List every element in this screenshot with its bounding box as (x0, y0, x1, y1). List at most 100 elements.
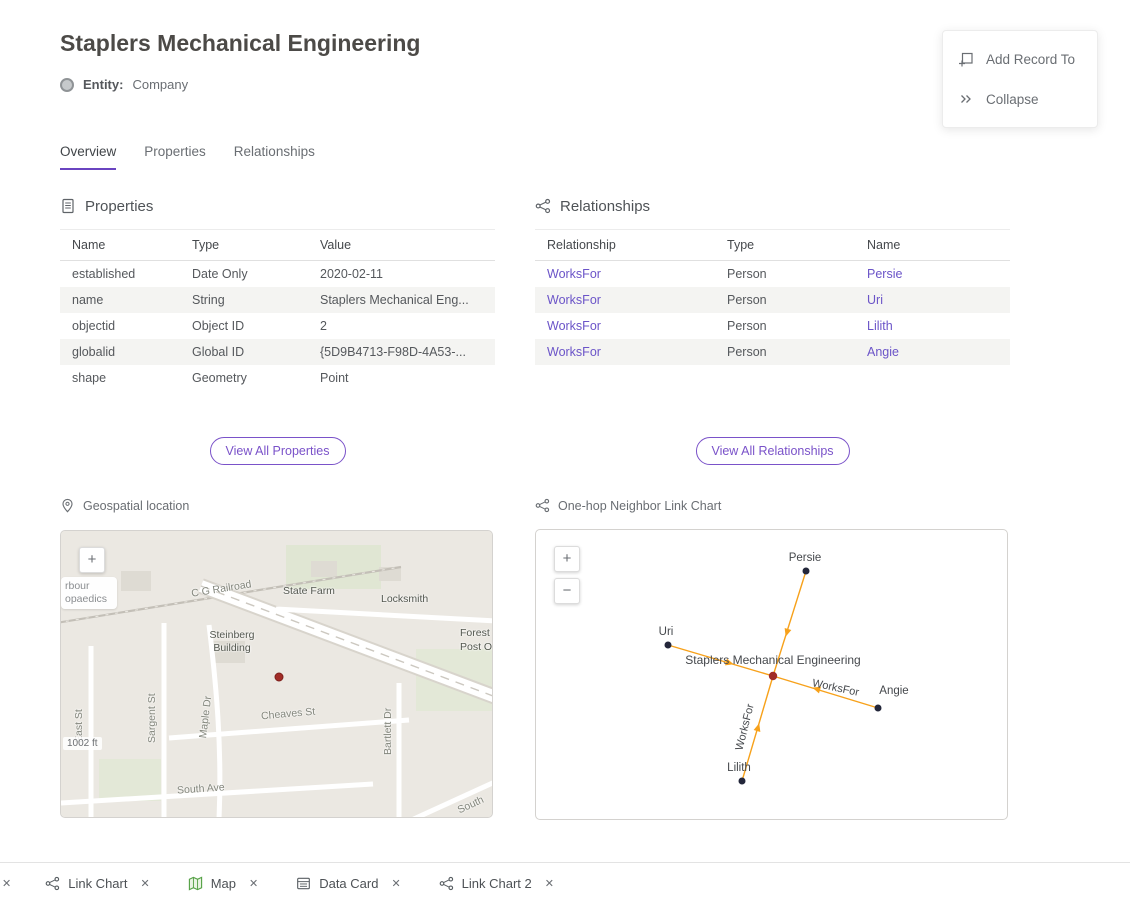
link-chart-canvas[interactable]: + − WorksFor WorksFor (535, 529, 1008, 820)
col-header-name: Name (867, 230, 1010, 261)
partial-tab-close-icon[interactable]: ✕ (2, 877, 11, 890)
property-name: objectid (60, 313, 192, 339)
related-entity-link[interactable]: Persie (867, 267, 902, 281)
node-label-angie: Angie (879, 685, 908, 697)
related-entity-link[interactable]: Uri (867, 293, 883, 307)
poi-label-locksmith: Locksmith (381, 593, 428, 605)
add-record-icon (958, 51, 974, 67)
tab-overview[interactable]: Overview (60, 144, 116, 170)
table-row: shape Geometry Point (60, 365, 495, 391)
relationship-link[interactable]: WorksFor (547, 293, 601, 307)
property-value: 2 (320, 313, 495, 339)
entity-type-value: Company (132, 77, 188, 92)
link-chart-icon (535, 498, 550, 513)
col-header-type: Type (192, 230, 320, 261)
property-value: 2020-02-11 (320, 261, 495, 288)
node-angie[interactable] (875, 705, 882, 712)
place-label-line: rbour (65, 580, 113, 593)
menu-item-add-record-to[interactable]: Add Record To (943, 39, 1097, 79)
property-value: Staplers Mechanical Eng... (320, 287, 495, 313)
page-title: Staplers Mechanical Engineering (60, 30, 420, 57)
node-uri[interactable] (665, 642, 672, 649)
tab-properties[interactable]: Properties (144, 144, 206, 170)
relationship-type: Person (727, 261, 867, 288)
edge-arrow (782, 628, 791, 638)
view-tab-label: Link Chart 2 (462, 876, 532, 891)
link-chart-icon (439, 876, 454, 891)
view-all-relationships-button[interactable]: View All Relationships (695, 437, 849, 465)
relationships-section-header: Relationships (535, 196, 1010, 216)
map-truncated-place-label: rbour opaedics (61, 577, 117, 609)
center-node-label: Staplers Mechanical Engineering (685, 653, 860, 667)
map-pin-icon (60, 498, 75, 513)
node-lilith[interactable] (739, 778, 746, 785)
geospatial-section-title: Geospatial location (83, 499, 189, 513)
geospatial-section-header: Geospatial location (60, 498, 189, 513)
table-row: WorksFor Person Uri (535, 287, 1010, 313)
place-label-line: opaedics (65, 593, 113, 606)
view-tab-link-chart-2[interactable]: Link Chart 2 ✕ (439, 876, 554, 891)
relationship-link[interactable]: WorksFor (547, 267, 601, 281)
poi-label-forest-park-1: Forest Par (460, 627, 493, 639)
node-label-persie: Persie (789, 552, 822, 564)
chart-zoom-out-button[interactable]: − (554, 578, 580, 604)
property-name: name (60, 287, 192, 313)
entity-label: Entity: (83, 77, 123, 92)
map-zoom-in-button[interactable]: + (79, 547, 105, 573)
view-tab-label: Data Card (319, 876, 378, 891)
view-all-properties-button[interactable]: View All Properties (210, 437, 346, 465)
map-basemap (61, 531, 493, 818)
table-row: WorksFor Person Angie (535, 339, 1010, 365)
related-entity-link[interactable]: Angie (867, 345, 899, 359)
view-tab-label: Map (211, 876, 236, 891)
col-header-type: Type (727, 230, 867, 261)
location-marker (275, 673, 283, 681)
property-name: established (60, 261, 192, 288)
link-chart-icon (45, 876, 60, 891)
relationship-link[interactable]: WorksFor (547, 345, 601, 359)
related-entity-link[interactable]: Lilith (867, 319, 893, 333)
relationship-type: Person (727, 287, 867, 313)
close-icon[interactable]: ✕ (391, 877, 400, 890)
data-card-icon (296, 876, 311, 891)
property-value: Point (320, 365, 495, 391)
view-tab-label: Link Chart (68, 876, 127, 891)
map-canvas[interactable]: + rbour opaedics C G Railroad State Farm… (60, 530, 493, 818)
view-tab-map[interactable]: Map ✕ (188, 876, 259, 891)
properties-icon (60, 198, 76, 214)
relationship-link[interactable]: WorksFor (547, 319, 601, 333)
properties-section-title: Properties (85, 198, 153, 215)
table-row: WorksFor Person Lilith (535, 313, 1010, 339)
property-type: Object ID (192, 313, 320, 339)
table-row: globalid Global ID {5D9B4713-F98D-4A53-.… (60, 339, 495, 365)
poi-label-steinberg: Steinberg Building (199, 629, 265, 655)
chart-zoom-in-button[interactable]: + (554, 546, 580, 572)
view-tab-link-chart[interactable]: Link Chart ✕ (45, 876, 149, 891)
view-tab-data-card[interactable]: Data Card ✕ (296, 876, 400, 891)
menu-item-collapse[interactable]: Collapse (943, 79, 1097, 119)
close-icon[interactable]: ✕ (140, 877, 149, 890)
context-menu: Add Record To Collapse (942, 30, 1098, 128)
col-header-name: Name (60, 230, 192, 261)
properties-column: Properties Name Type Value established D… (60, 196, 495, 836)
map-scale-label: 1002 ft (63, 737, 102, 750)
col-header-value: Value (320, 230, 495, 261)
property-name: shape (60, 365, 192, 391)
close-icon[interactable]: ✕ (249, 877, 258, 890)
property-type: String (192, 287, 320, 313)
table-row: objectid Object ID 2 (60, 313, 495, 339)
link-chart-graph: WorksFor WorksFor Staplers Mechanical En… (536, 530, 1008, 819)
menu-item-label: Add Record To (986, 52, 1075, 67)
properties-section-header: Properties (60, 196, 495, 216)
entity-row: Entity: Company (60, 77, 188, 92)
node-center-company[interactable] (769, 672, 777, 680)
node-persie[interactable] (803, 568, 810, 575)
close-icon[interactable]: ✕ (545, 877, 554, 890)
entity-type-dot-icon (60, 78, 74, 92)
edge-arrow (754, 722, 763, 732)
node-label-uri: Uri (659, 626, 674, 638)
poi-label-state-farm: State Farm (283, 585, 335, 597)
menu-item-label: Collapse (986, 92, 1039, 107)
tab-relationships[interactable]: Relationships (234, 144, 315, 170)
properties-table-header: Name Type Value (60, 230, 495, 261)
